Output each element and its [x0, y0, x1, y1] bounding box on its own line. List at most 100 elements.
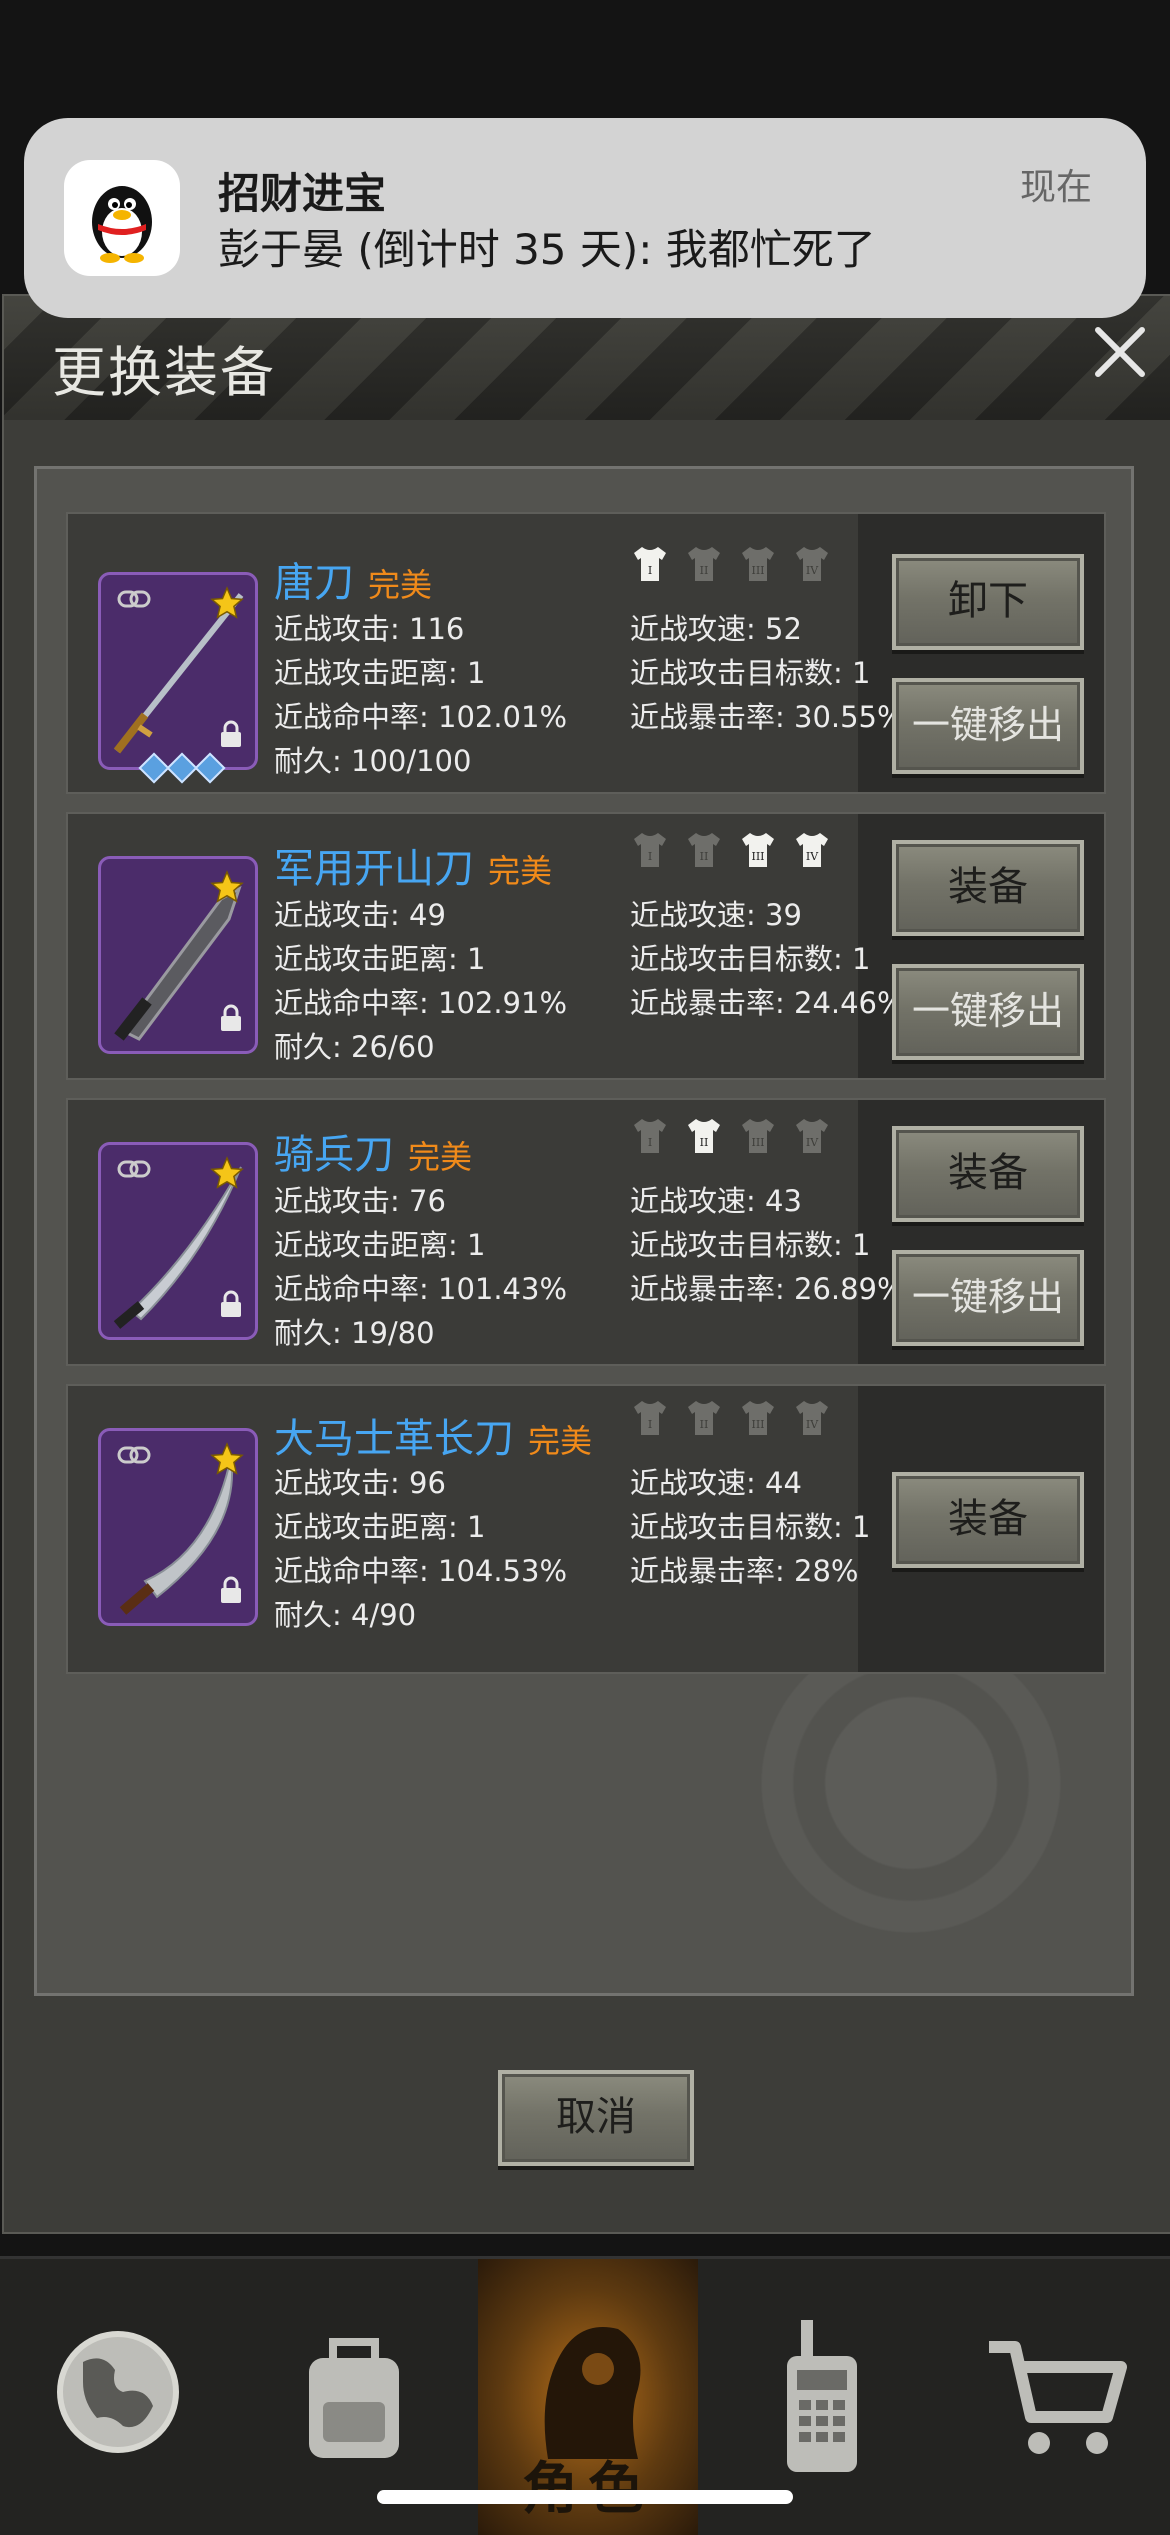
stat-crit-rate: 近战暴击率: 30.55%: [630, 700, 905, 734]
unequip-button[interactable]: 卸下: [892, 554, 1084, 650]
stat-durability: 耐久: 100/100: [274, 744, 472, 778]
dialog-title: 更换装备: [52, 341, 276, 404]
chain-link-icon: [117, 1160, 151, 1178]
remove-all-button[interactable]: 一键移出: [892, 678, 1084, 774]
svg-text:II: II: [700, 564, 709, 577]
svg-text:II: II: [700, 1136, 709, 1149]
lock-icon: [221, 720, 241, 747]
armor-slot-icon: I: [634, 833, 666, 867]
star-icon: [210, 1156, 244, 1189]
svg-text:IV: IV: [806, 1136, 819, 1149]
stat-attack: 近战攻击: 76: [274, 1184, 446, 1218]
armor-slot-icon: IV: [796, 1401, 828, 1435]
armor-slot-icon: IV: [796, 1119, 828, 1153]
stat-durability: 耐久: 4/90: [274, 1598, 417, 1632]
stat-durability: 耐久: 26/60: [274, 1030, 435, 1064]
notification-time: 现在: [1019, 167, 1092, 208]
svg-text:I: I: [648, 564, 652, 577]
armor-slot-icon: III: [742, 1119, 774, 1153]
stat-crit-rate: 近战暴击率: 24.46%: [630, 986, 905, 1020]
armor-slot-icon: II: [688, 1401, 720, 1435]
stat-speed: 近战攻速: 39: [630, 898, 802, 932]
stat-crit-rate: 近战暴击率: 28%: [630, 1554, 859, 1588]
armor-slot-icon: II: [688, 547, 720, 581]
notification-message: 彭于晏 (倒计时 35 天): 我都忙死了: [218, 225, 876, 274]
svg-text:IV: IV: [806, 850, 819, 863]
stat-hit-rate: 近战命中率: 101.43%: [274, 1272, 568, 1306]
armor-slot-icon: IV: [796, 833, 828, 867]
nav-world[interactable]: [8, 2259, 228, 2535]
item-name: 大马士革长刀 完美: [274, 1416, 593, 1462]
armor-slot-icon: II: [688, 833, 720, 867]
item-name: 唐刀 完美: [274, 560, 433, 606]
stat-targets: 近战攻击目标数: 1: [630, 1228, 871, 1262]
lock-icon: [221, 1004, 241, 1031]
backpack-icon: [309, 2338, 399, 2458]
weapon-thumbnail[interactable]: [98, 1142, 258, 1340]
armor-slots: I II III IV: [630, 830, 832, 870]
stat-range: 近战攻击距离: 1: [274, 656, 486, 690]
stat-targets: 近战攻击目标数: 1: [630, 656, 871, 690]
weapon-thumbnail[interactable]: [98, 572, 258, 784]
armor-slot-icon: II: [688, 1119, 720, 1153]
lock-icon: [221, 1576, 241, 1603]
svg-text:I: I: [648, 850, 652, 863]
svg-text:IV: IV: [806, 1418, 819, 1431]
stat-hit-rate: 近战命中率: 102.01%: [274, 700, 568, 734]
stat-range: 近战攻击距离: 1: [274, 942, 486, 976]
svg-text:IV: IV: [806, 564, 819, 577]
equipment-item: 大马士革长刀 完美 I II III IV 近战攻击: 96 近战攻速: 44 近战攻击…: [66, 1384, 1106, 1674]
armor-slot-icon: I: [634, 1119, 666, 1153]
chain-link-icon: [117, 590, 151, 608]
svg-text:III: III: [751, 1418, 764, 1431]
stat-targets: 近战攻击目标数: 1: [630, 942, 871, 976]
push-notification[interactable]: 招财进宝 彭于晏 (倒计时 35 天): 我都忙死了 现在: [24, 118, 1146, 318]
qq-penguin-icon: [64, 160, 180, 276]
equip-button[interactable]: 装备: [892, 1126, 1084, 1222]
svg-text:II: II: [700, 850, 709, 863]
equip-button[interactable]: 装备: [892, 840, 1084, 936]
item-quality: 完美: [408, 1138, 473, 1176]
armor-slots: I II III IV: [630, 1398, 832, 1438]
armor-slot-icon: III: [742, 833, 774, 867]
home-indicator[interactable]: [377, 2490, 793, 2504]
star-icon: [210, 870, 244, 903]
gem-icon: [194, 752, 226, 784]
star-icon: [210, 1442, 244, 1475]
item-name: 骑兵刀 完美: [274, 1132, 473, 1178]
equip-button[interactable]: 装备: [892, 1472, 1084, 1568]
remove-all-button[interactable]: 一键移出: [892, 1250, 1084, 1346]
stat-attack: 近战攻击: 116: [274, 612, 465, 646]
cancel-button[interactable]: 取消: [498, 2070, 694, 2166]
svg-text:I: I: [648, 1418, 652, 1431]
star-icon: [210, 586, 244, 619]
weapon-thumbnail[interactable]: [98, 1428, 258, 1626]
armor-slot-icon: I: [634, 1401, 666, 1435]
stat-range: 近战攻击距离: 1: [274, 1510, 486, 1544]
equipment-item: 骑兵刀 完美 I II III IV 近战攻击: 76 近战攻速: 43 近战攻击距离:…: [66, 1098, 1106, 1366]
svg-text:I: I: [648, 1136, 652, 1149]
armor-slot-icon: III: [742, 1401, 774, 1435]
globe-icon: [57, 2331, 179, 2453]
walkie-talkie-icon: [787, 2320, 857, 2472]
nav-shop[interactable]: [946, 2259, 1166, 2535]
nav-character-label: 角色: [478, 2444, 698, 2525]
stat-speed: 近战攻速: 44: [630, 1466, 802, 1500]
close-icon[interactable]: [1090, 322, 1150, 382]
svg-text:II: II: [700, 1418, 709, 1431]
armor-slot-icon: I: [634, 547, 666, 581]
equipment-item: 唐刀 完美 I II III IV 近战攻击: 116 近战攻速: 52 近战攻击距离:…: [66, 512, 1106, 794]
stat-speed: 近战攻速: 43: [630, 1184, 802, 1218]
remove-all-button[interactable]: 一键移出: [892, 964, 1084, 1060]
stat-attack: 近战攻击: 96: [274, 1466, 446, 1500]
cart-icon: [989, 2341, 1127, 2454]
weapon-thumbnail[interactable]: [98, 856, 258, 1054]
stat-hit-rate: 近战命中率: 104.53%: [274, 1554, 568, 1588]
svg-text:III: III: [751, 1136, 764, 1149]
armor-slots: I II III IV: [630, 544, 832, 584]
armor-slot-icon: IV: [796, 547, 828, 581]
stat-targets: 近战攻击目标数: 1: [630, 1510, 871, 1544]
lock-icon: [221, 1290, 241, 1317]
equipment-item: 军用开山刀 完美 I II III IV 近战攻击: 49 近战攻速: 39 近战攻击距…: [66, 812, 1106, 1080]
item-quality: 完美: [488, 852, 553, 890]
